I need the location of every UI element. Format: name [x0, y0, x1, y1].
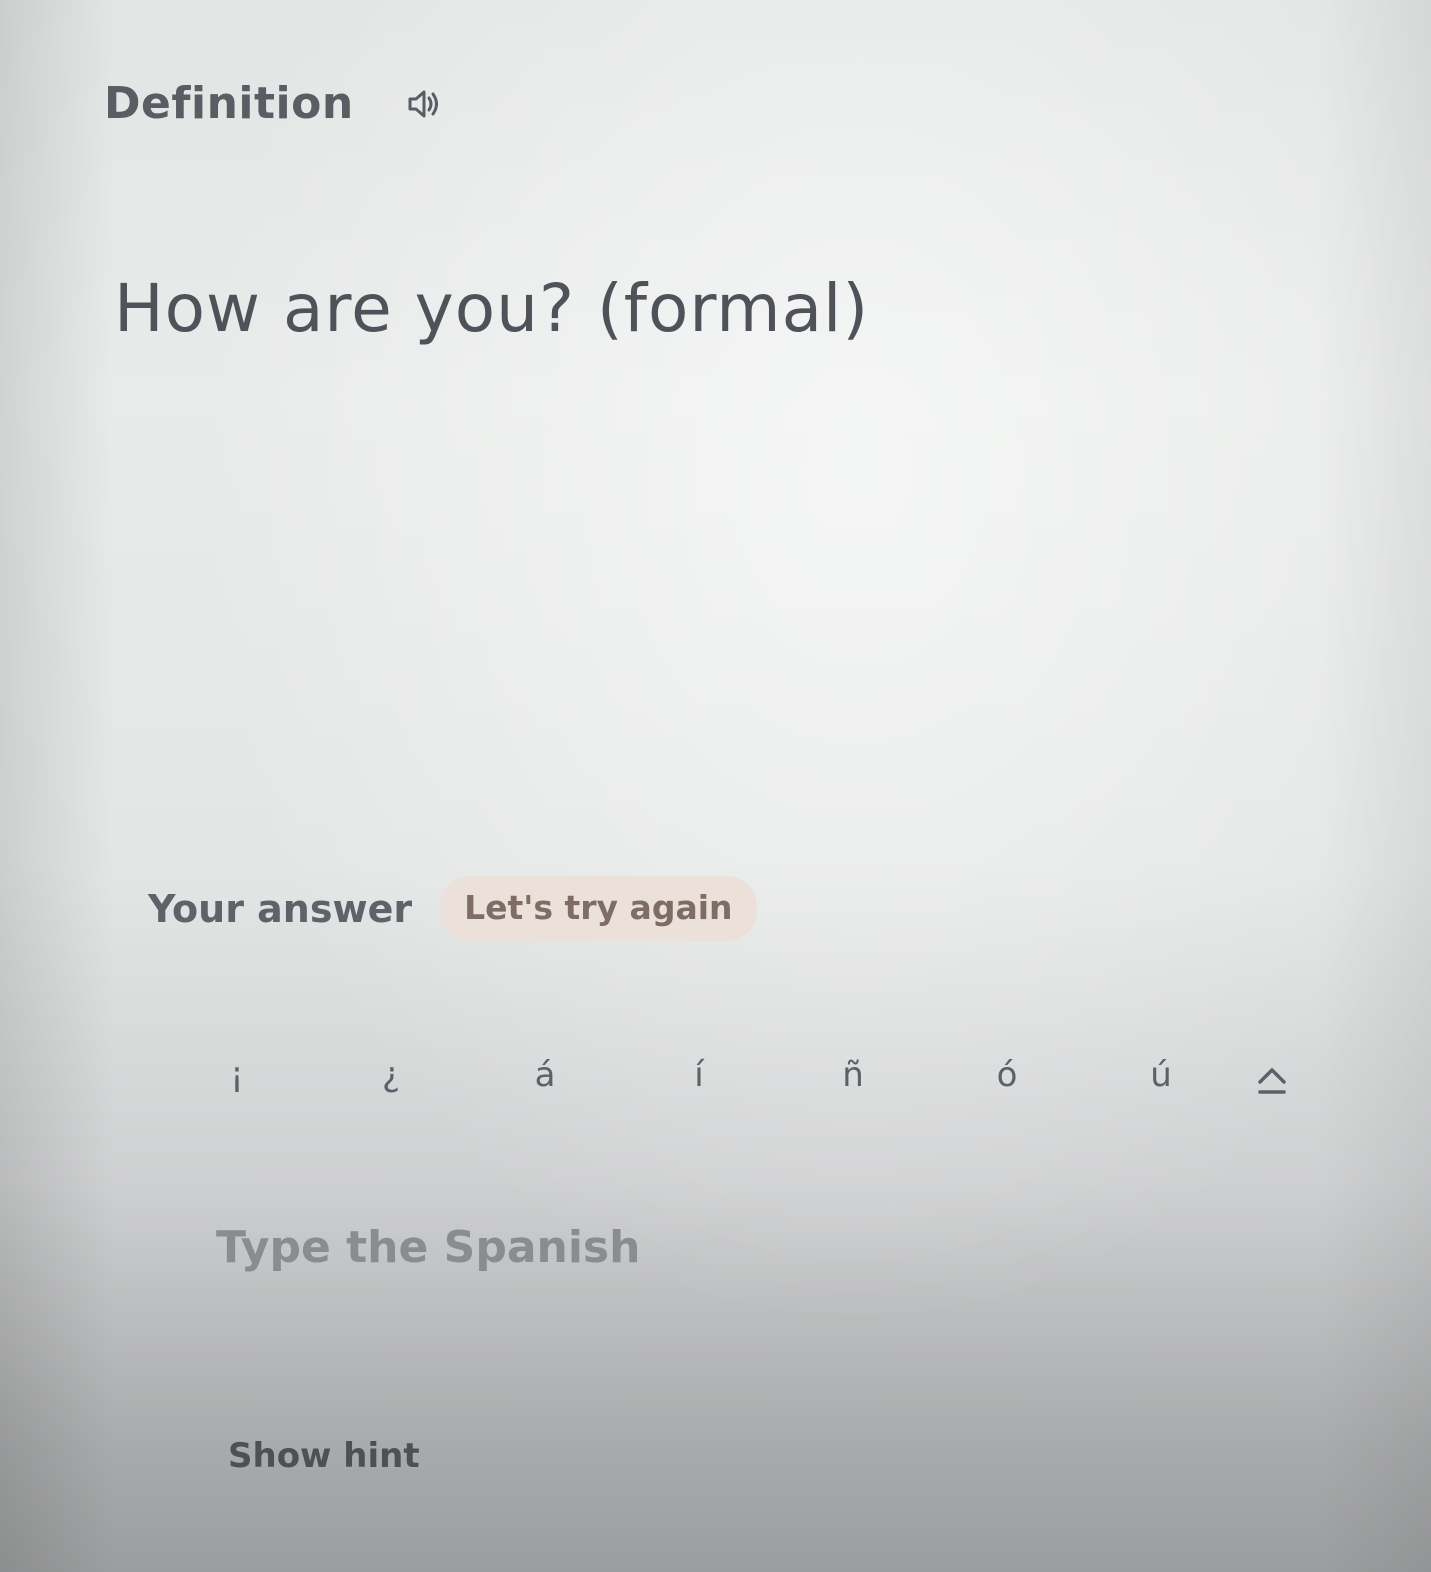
- char-key-u-acute[interactable]: ú: [1131, 1040, 1191, 1110]
- speaker-icon[interactable]: [402, 82, 446, 126]
- char-key-n-tilde[interactable]: ñ: [823, 1040, 883, 1110]
- char-key-i-acute[interactable]: í: [669, 1040, 729, 1110]
- special-character-bar: ¡ ¿ á í ñ ó ú: [160, 1040, 1320, 1110]
- answer-input[interactable]: [216, 1212, 1116, 1282]
- status-badge: Let's try again: [440, 876, 757, 941]
- char-key-inverted-question[interactable]: ¿: [361, 1040, 421, 1110]
- answer-row: Your answer Let's try again: [148, 876, 757, 941]
- char-key-a-acute[interactable]: á: [515, 1040, 575, 1110]
- char-key-o-acute[interactable]: ó: [977, 1040, 1037, 1110]
- caps-shift-icon[interactable]: [1242, 1050, 1302, 1110]
- char-key-inverted-exclamation[interactable]: ¡: [207, 1040, 267, 1110]
- show-hint-link[interactable]: Show hint: [228, 1436, 420, 1476]
- definition-header: Definition: [104, 78, 446, 129]
- your-answer-label: Your answer: [148, 886, 413, 931]
- definition-title: Definition: [104, 78, 354, 129]
- photo-vignette: [0, 0, 1431, 1572]
- term-text: How are you? (formal): [114, 270, 870, 347]
